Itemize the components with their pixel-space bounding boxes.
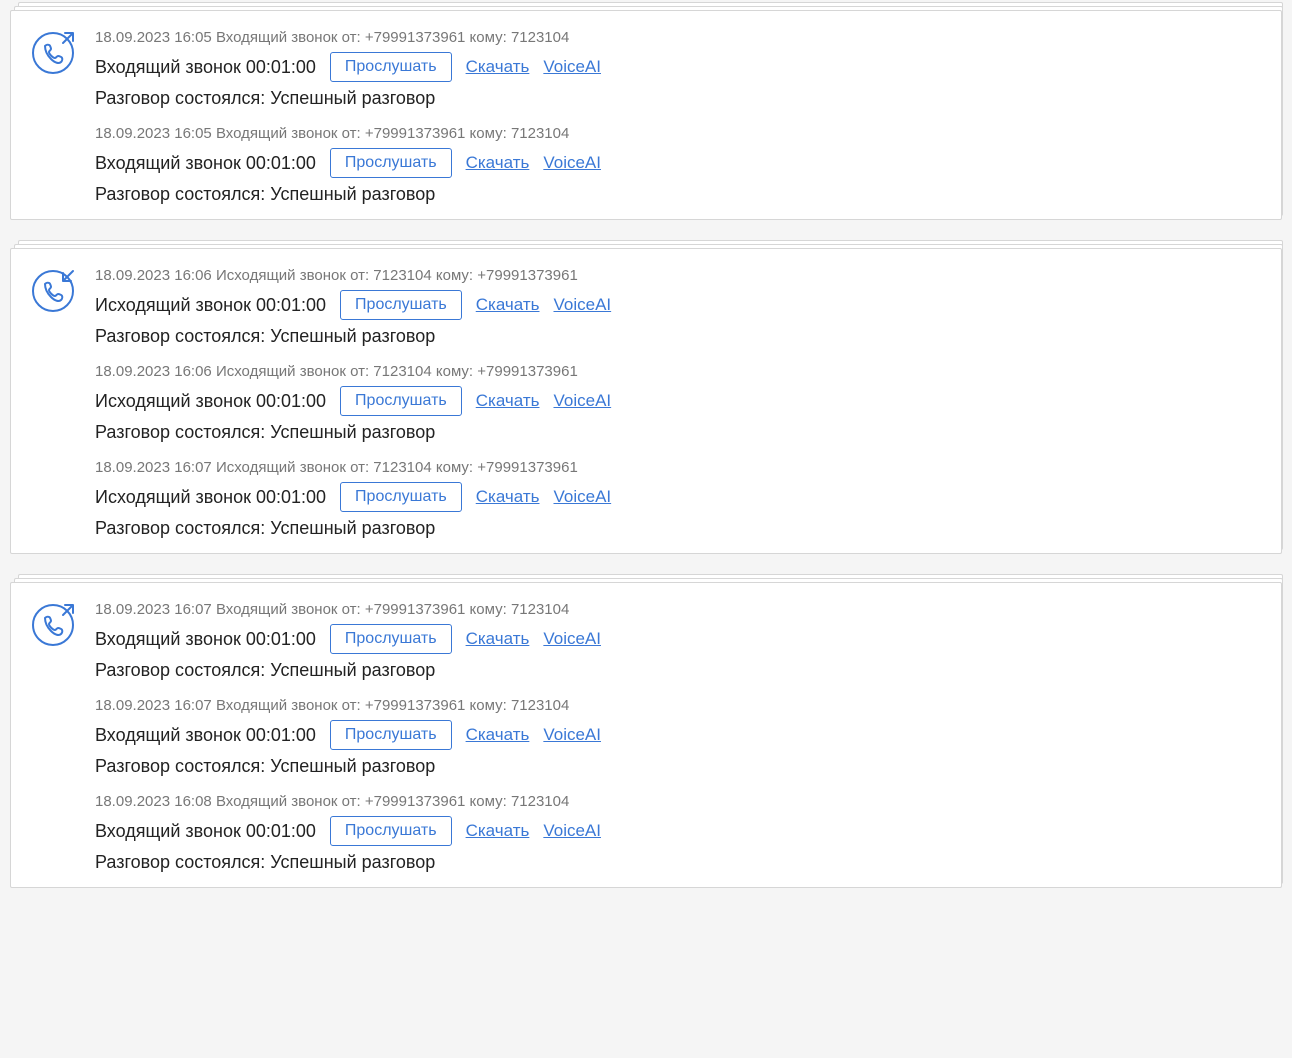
voiceai-link[interactable]: VoiceAI: [543, 629, 601, 649]
call-result-line: Разговор состоялся: Успешный разговор: [95, 518, 1261, 539]
call-title: Исходящий звонок 00:01:00: [95, 295, 326, 316]
call-meta-line: 18.09.2023 16:05 Входящий звонок от: +79…: [95, 125, 1261, 142]
call-action-line: Исходящий звонок 00:01:00 Прослушать Скача…: [95, 482, 1261, 512]
call-result-line: Разговор состоялся: Успешный разговор: [95, 852, 1261, 873]
call-entry: 18.09.2023 16:05 Входящий звонок от: +79…: [95, 125, 1261, 205]
download-link[interactable]: Скачать: [476, 487, 540, 507]
call-meta-line: 18.09.2023 16:05 Входящий звонок от: +79…: [95, 29, 1261, 46]
call-result-line: Разговор состоялся: Успешный разговор: [95, 88, 1261, 109]
outgoing-call-icon: [31, 269, 75, 313]
call-action-line: Входящий звонок 00:01:00 Прослушать Скачат…: [95, 720, 1261, 750]
call-title: Исходящий звонок 00:01:00: [95, 487, 326, 508]
call-action-line: Входящий звонок 00:01:00 Прослушать Скачат…: [95, 624, 1261, 654]
play-button[interactable]: Прослушать: [340, 482, 462, 512]
play-button[interactable]: Прослушать: [340, 290, 462, 320]
voiceai-link[interactable]: VoiceAI: [553, 391, 611, 411]
call-entry: 18.09.2023 16:05 Входящий звонок от: +79…: [95, 29, 1261, 109]
card-body: 18.09.2023 16:05 Входящий звонок от: +79…: [95, 29, 1261, 205]
call-meta-line: 18.09.2023 16:06 Исходящий звонок от: 71…: [95, 363, 1261, 380]
download-link[interactable]: Скачать: [476, 295, 540, 315]
call-card: 18.09.2023 16:05 Входящий звонок от: +79…: [10, 10, 1282, 220]
card-body: 18.09.2023 16:07 Входящий звонок от: +79…: [95, 601, 1261, 873]
voiceai-link[interactable]: VoiceAI: [543, 57, 601, 77]
call-title: Входящий звонок 00:01:00: [95, 57, 316, 78]
call-title: Исходящий звонок 00:01:00: [95, 391, 326, 412]
call-entry: 18.09.2023 16:07 Входящий звонок от: +79…: [95, 697, 1261, 777]
card-body: 18.09.2023 16:06 Исходящий звонок от: 71…: [95, 267, 1261, 539]
call-meta-line: 18.09.2023 16:07 Входящий звонок от: +79…: [95, 697, 1261, 714]
play-button[interactable]: Прослушать: [330, 624, 452, 654]
call-card-group: 18.09.2023 16:07 Входящий звонок от: +79…: [10, 582, 1282, 888]
download-link[interactable]: Скачать: [466, 153, 530, 173]
call-meta-line: 18.09.2023 16:08 Входящий звонок от: +79…: [95, 793, 1261, 810]
call-action-line: Входящий звонок 00:01:00 Прослушать Скачат…: [95, 148, 1261, 178]
call-entry: 18.09.2023 16:06 Исходящий звонок от: 71…: [95, 267, 1261, 347]
play-button[interactable]: Прослушать: [330, 816, 452, 846]
call-title: Входящий звонок 00:01:00: [95, 821, 316, 842]
voiceai-link[interactable]: VoiceAI: [543, 821, 601, 841]
download-link[interactable]: Скачать: [466, 57, 530, 77]
call-action-line: Входящий звонок 00:01:00 Прослушать Скачат…: [95, 52, 1261, 82]
download-link[interactable]: Скачать: [466, 821, 530, 841]
download-link[interactable]: Скачать: [476, 391, 540, 411]
call-card-group: 18.09.2023 16:05 Входящий звонок от: +79…: [10, 10, 1282, 220]
download-link[interactable]: Скачать: [466, 629, 530, 649]
call-result-line: Разговор состоялся: Успешный разговор: [95, 660, 1261, 681]
call-result-line: Разговор состоялся: Успешный разговор: [95, 422, 1261, 443]
call-entry: 18.09.2023 16:06 Исходящий звонок от: 71…: [95, 363, 1261, 443]
call-result-line: Разговор состоялся: Успешный разговор: [95, 326, 1261, 347]
call-meta-line: 18.09.2023 16:07 Исходящий звонок от: 71…: [95, 459, 1261, 476]
download-link[interactable]: Скачать: [466, 725, 530, 745]
call-entry: 18.09.2023 16:08 Входящий звонок от: +79…: [95, 793, 1261, 873]
voiceai-link[interactable]: VoiceAI: [553, 295, 611, 315]
voiceai-link[interactable]: VoiceAI: [543, 153, 601, 173]
incoming-call-icon: [31, 31, 75, 75]
voiceai-link[interactable]: VoiceAI: [553, 487, 611, 507]
call-title: Входящий звонок 00:01:00: [95, 629, 316, 650]
call-title: Входящий звонок 00:01:00: [95, 725, 316, 746]
play-button[interactable]: Прослушать: [330, 52, 452, 82]
play-button[interactable]: Прослушать: [330, 148, 452, 178]
call-meta-line: 18.09.2023 16:06 Исходящий звонок от: 71…: [95, 267, 1261, 284]
call-result-line: Разговор состоялся: Успешный разговор: [95, 756, 1261, 777]
play-button[interactable]: Прослушать: [340, 386, 462, 416]
voiceai-link[interactable]: VoiceAI: [543, 725, 601, 745]
call-result-line: Разговор состоялся: Успешный разговор: [95, 184, 1261, 205]
call-title: Входящий звонок 00:01:00: [95, 153, 316, 174]
call-action-line: Исходящий звонок 00:01:00 Прослушать Скача…: [95, 290, 1261, 320]
play-button[interactable]: Прослушать: [330, 720, 452, 750]
call-action-line: Входящий звонок 00:01:00 Прослушать Скачат…: [95, 816, 1261, 846]
call-action-line: Исходящий звонок 00:01:00 Прослушать Скача…: [95, 386, 1261, 416]
call-entry: 18.09.2023 16:07 Исходящий звонок от: 71…: [95, 459, 1261, 539]
call-card: 18.09.2023 16:06 Исходящий звонок от: 71…: [10, 248, 1282, 554]
call-entry: 18.09.2023 16:07 Входящий звонок от: +79…: [95, 601, 1261, 681]
call-meta-line: 18.09.2023 16:07 Входящий звонок от: +79…: [95, 601, 1261, 618]
call-card-group: 18.09.2023 16:06 Исходящий звонок от: 71…: [10, 248, 1282, 554]
incoming-call-icon: [31, 603, 75, 647]
call-card: 18.09.2023 16:07 Входящий звонок от: +79…: [10, 582, 1282, 888]
